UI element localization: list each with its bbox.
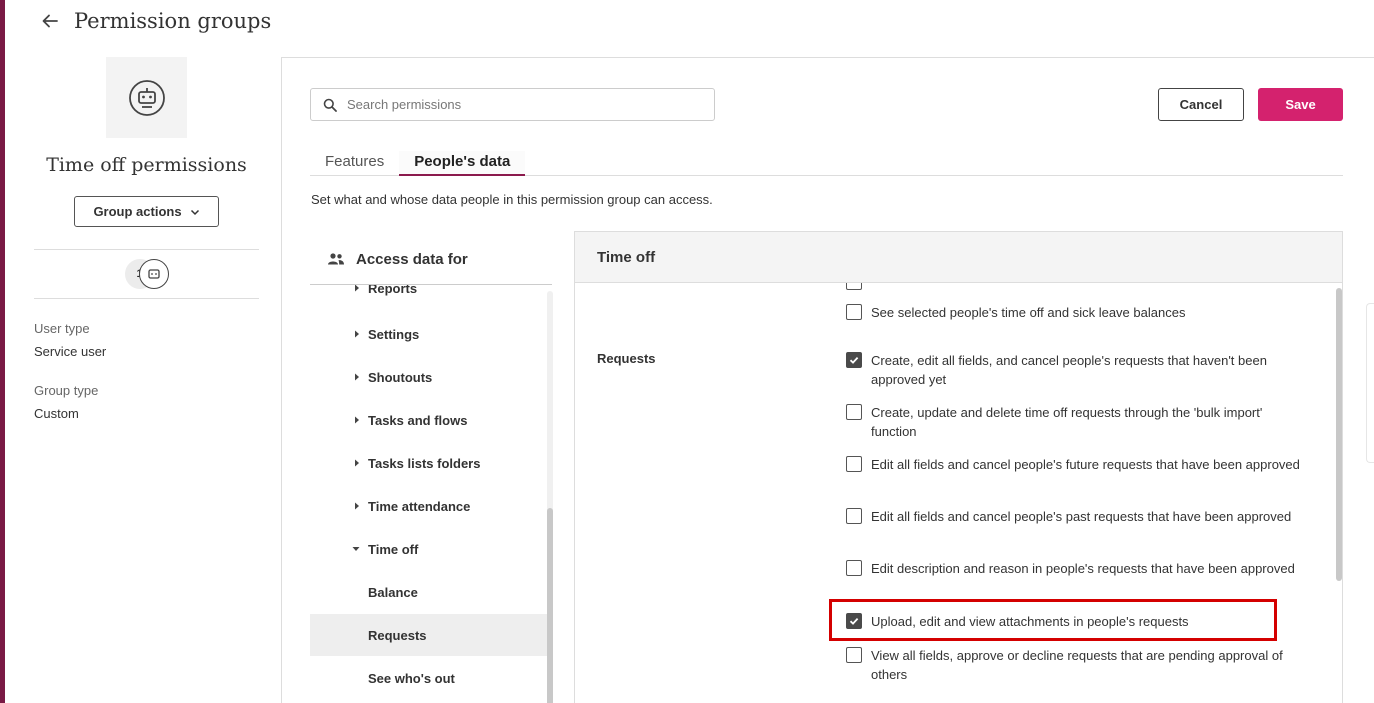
user-type-value: Service user bbox=[34, 344, 107, 359]
access-nav-list: Reports Settings Shoutouts Tasks and flo… bbox=[310, 285, 547, 703]
permission-checkbox[interactable] bbox=[846, 304, 862, 320]
chevron-down-icon bbox=[190, 209, 199, 215]
tab-bar: Features People's data bbox=[310, 151, 1343, 176]
search-input[interactable] bbox=[347, 97, 687, 112]
permission-row[interactable]: Edit all fields and cancel people's futu… bbox=[846, 455, 1306, 474]
group-actions-button[interactable]: Group actions bbox=[74, 196, 219, 227]
permission-label: Create, edit all fields, and cancel peop… bbox=[871, 353, 1267, 387]
robot-icon bbox=[147, 269, 160, 279]
checkmark-icon bbox=[849, 356, 859, 364]
save-button[interactable]: Save bbox=[1258, 88, 1343, 121]
group-type-label: Group type bbox=[34, 383, 99, 398]
caret-right-icon bbox=[355, 416, 359, 424]
permission-checkbox[interactable] bbox=[846, 283, 862, 290]
nav-item-time-off[interactable]: Time off bbox=[310, 528, 547, 570]
people-icon bbox=[328, 253, 344, 265]
permission-checkbox[interactable] bbox=[846, 560, 862, 576]
permission-checkbox[interactable] bbox=[846, 404, 862, 420]
permission-checkbox[interactable] bbox=[846, 456, 862, 472]
permissions-list: See selected people's time off and sick … bbox=[575, 283, 1342, 703]
member-avatars[interactable]: 1 bbox=[124, 259, 169, 289]
caret-right-icon bbox=[355, 330, 359, 338]
permission-checkbox[interactable] bbox=[846, 508, 862, 524]
page-header: Permission groups bbox=[38, 6, 271, 36]
caret-right-icon bbox=[355, 459, 359, 467]
access-data-title: Access data for bbox=[356, 250, 468, 268]
nav-item-label: Settings bbox=[368, 326, 420, 342]
permission-label: Edit description and reason in people's … bbox=[871, 561, 1295, 576]
nav-item-shoutouts[interactable]: Shoutouts bbox=[310, 356, 547, 398]
permission-label: Create, update and delete time off reque… bbox=[871, 405, 1263, 439]
group-avatar bbox=[106, 57, 187, 138]
divider bbox=[34, 298, 259, 299]
requests-section-label: Requests bbox=[597, 351, 656, 366]
nav-item-time-attendance[interactable]: Time attendance bbox=[310, 485, 547, 527]
caret-right-icon bbox=[355, 502, 359, 510]
permissions-editor: Cancel Save Features People's data Set w… bbox=[281, 57, 1374, 703]
robot-icon bbox=[128, 79, 165, 116]
permission-row[interactable]: Create, update and delete time off reque… bbox=[846, 403, 1306, 441]
group-summary: Time off permissions Group actions 1 Use… bbox=[34, 57, 259, 421]
caret-right-icon bbox=[355, 285, 359, 292]
permission-label: Upload, edit and view attachments in peo… bbox=[871, 614, 1189, 629]
permission-row[interactable]: View all fields, approve or decline requ… bbox=[846, 646, 1306, 684]
tab-features[interactable]: Features bbox=[310, 151, 399, 176]
nav-item-label: Shoutouts bbox=[368, 369, 433, 385]
nav-item-balance[interactable]: Balance bbox=[310, 571, 547, 613]
cancel-button[interactable]: Cancel bbox=[1158, 88, 1244, 121]
nav-item-reports[interactable]: Reports bbox=[310, 285, 547, 309]
time-off-permissions-panel: Time off See selected people's time off … bbox=[574, 231, 1343, 703]
permission-row[interactable]: Create, edit all fields, and cancel peop… bbox=[846, 351, 1306, 389]
tab-peoples-data[interactable]: People's data bbox=[399, 151, 526, 176]
permission-row[interactable]: Upload, edit and view attachments in peo… bbox=[846, 612, 1306, 631]
tab-description: Set what and whose data people in this p… bbox=[311, 192, 713, 207]
user-type-label: User type bbox=[34, 321, 90, 336]
caret-down-icon bbox=[352, 547, 360, 551]
back-button[interactable] bbox=[38, 9, 62, 33]
nav-item-tasks-and-flows[interactable]: Tasks and flows bbox=[310, 399, 547, 441]
nav-item-requests[interactable]: Requests bbox=[310, 614, 547, 656]
panel-title: Time off bbox=[575, 232, 1342, 283]
nav-item-settings[interactable]: Settings bbox=[310, 313, 547, 355]
page-title: Permission groups bbox=[74, 9, 272, 33]
nav-item-tasks-lists-folders[interactable]: Tasks lists folders bbox=[310, 442, 547, 484]
nav-item-label: Time off bbox=[368, 541, 419, 557]
caret-right-icon bbox=[355, 373, 359, 381]
nav-scrollbar-thumb[interactable] bbox=[547, 508, 553, 703]
group-actions-label: Group actions bbox=[93, 204, 182, 219]
permission-checkbox[interactable] bbox=[846, 647, 862, 663]
permission-row[interactable]: See selected people's time off and sick … bbox=[846, 303, 1306, 322]
permission-row[interactable] bbox=[846, 283, 1306, 290]
permission-label: View all fields, approve or decline requ… bbox=[871, 648, 1283, 682]
access-data-header: Access data for bbox=[310, 234, 552, 285]
permission-label: Edit all fields and cancel people's past… bbox=[871, 509, 1292, 524]
permission-label: See selected people's time off and sick … bbox=[871, 305, 1186, 320]
nav-item-label: Reports bbox=[368, 285, 418, 296]
nav-item-label: Tasks lists folders bbox=[368, 455, 481, 471]
permission-checkbox[interactable] bbox=[846, 613, 862, 629]
arrow-left-icon bbox=[42, 14, 58, 28]
nav-item-label: Tasks and flows bbox=[368, 412, 468, 428]
nav-scrollbar[interactable] bbox=[547, 291, 553, 703]
nav-item-see-whos-out[interactable]: See who's out bbox=[310, 657, 547, 699]
side-drawer-edge bbox=[1366, 303, 1374, 463]
search-icon bbox=[323, 98, 337, 112]
checkmark-icon bbox=[849, 617, 859, 625]
brand-accent-bar bbox=[0, 0, 5, 703]
permissions-scrollbar-thumb[interactable] bbox=[1336, 288, 1342, 581]
member-robot-avatar bbox=[138, 259, 169, 289]
permission-checkbox[interactable] bbox=[846, 352, 862, 368]
group-type-value: Custom bbox=[34, 406, 79, 421]
nav-item-label: Time attendance bbox=[368, 498, 471, 514]
search-box[interactable] bbox=[310, 88, 715, 121]
members-row[interactable]: 1 bbox=[34, 250, 259, 298]
permission-row[interactable]: Edit all fields and cancel people's past… bbox=[846, 507, 1306, 526]
permission-label: Edit all fields and cancel people's futu… bbox=[871, 457, 1300, 472]
group-name: Time off permissions bbox=[46, 154, 247, 176]
permission-row[interactable]: Edit description and reason in people's … bbox=[846, 559, 1306, 578]
